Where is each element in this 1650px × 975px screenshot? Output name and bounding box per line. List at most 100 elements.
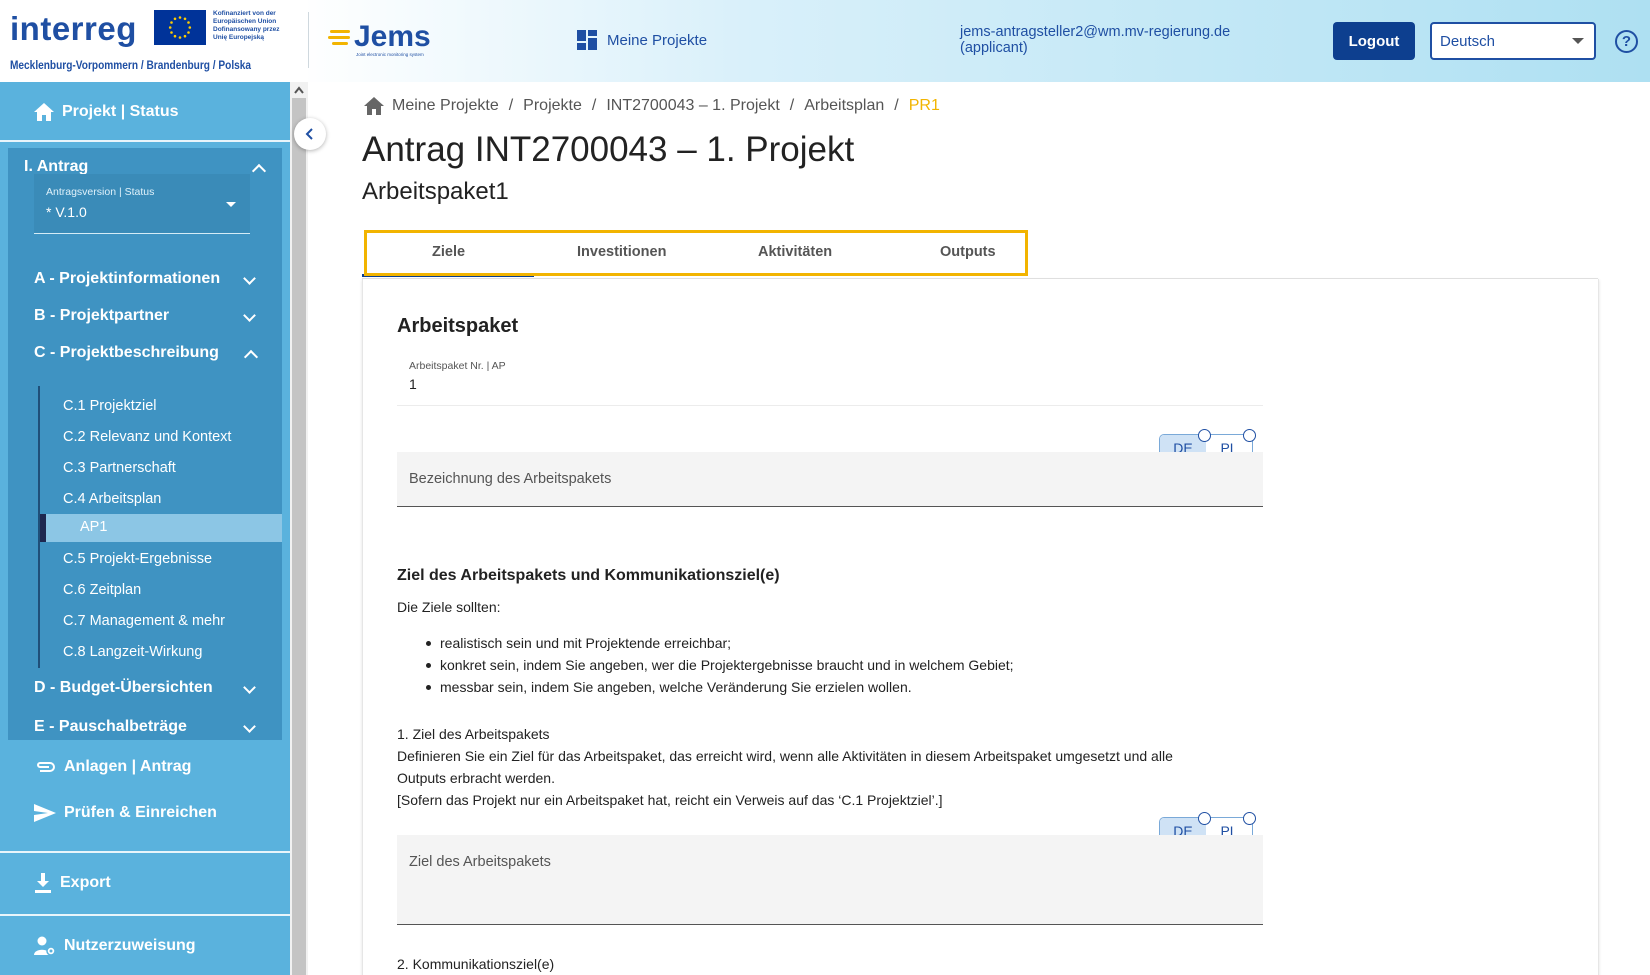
sidebar-item-anlagen[interactable]: Anlagen | Antrag xyxy=(0,742,290,792)
work-package-goal-field[interactable]: Ziel des Arbeitspakets xyxy=(397,835,1263,925)
indicator-dot-icon xyxy=(1243,812,1256,825)
sidebar: Projekt | Status I. Antrag Antragsversio… xyxy=(0,82,290,975)
chevron-up-icon[interactable] xyxy=(251,163,267,179)
ap-number-value: 1 xyxy=(409,376,417,392)
goal-note: [Sofern das Projekt nur ein Arbeitspaket… xyxy=(397,792,943,808)
interreg-wordmark: interreg xyxy=(10,10,137,47)
field-placeholder: Bezeichnung des Arbeitspakets xyxy=(409,471,612,487)
indicator-dot-icon xyxy=(1198,812,1211,825)
indicator-dot-icon xyxy=(1243,429,1256,442)
sidebar-item-label: AP1 xyxy=(80,519,108,535)
page-subtitle: Arbeitspaket1 xyxy=(362,178,509,205)
communication-heading: 2. Kommunikationsziel(e) xyxy=(397,956,555,972)
user-info[interactable]: jems-antragsteller2@wm.mv-regierung.de (… xyxy=(960,24,1230,56)
sidebar-item-pruefen[interactable]: Prüfen & Einreichen xyxy=(0,788,290,838)
send-icon xyxy=(34,804,56,822)
eu-flag-icon xyxy=(154,10,206,45)
sidebar-item-project-status[interactable]: Projekt | Status xyxy=(0,82,290,142)
sidebar-item-c3[interactable]: C.3 Partnerschaft xyxy=(63,460,176,476)
sidebar-item-export[interactable]: Export xyxy=(0,855,290,911)
sidebar-section-b[interactable]: B - Projektpartner xyxy=(34,307,169,325)
list-item: konkret sein, indem Sie angeben, wer die… xyxy=(426,654,1014,676)
breadcrumb-separator: / xyxy=(508,97,514,114)
version-select[interactable]: Antragsversion | Status * V.1.0 xyxy=(34,174,250,234)
interreg-logo: interreg Kofinanziert von der Europäisch… xyxy=(0,0,308,82)
card-title: Arbeitspaket xyxy=(397,315,519,337)
sidebar-item-c8[interactable]: C.8 Langzeit-Wirkung xyxy=(63,644,202,660)
breadcrumb-project[interactable]: INT2700043 – 1. Projekt xyxy=(606,97,779,115)
sidebar-divider xyxy=(0,914,290,916)
chevron-left-icon xyxy=(305,128,313,140)
help-icon[interactable]: ? xyxy=(1615,30,1638,53)
download-icon xyxy=(35,873,51,893)
goal-description: Outputs erbracht werden. xyxy=(397,770,555,786)
app-header: interreg Kofinanziert von der Europäisch… xyxy=(0,0,1650,82)
sidebar-item-c6[interactable]: C.6 Zeitplan xyxy=(63,582,141,598)
ap-number-label: Arbeitspaket Nr. | AP xyxy=(409,360,506,372)
language-select-value: Deutsch xyxy=(1440,32,1496,50)
sidebar-item-c1[interactable]: C.1 Projektziel xyxy=(63,398,156,414)
version-value: * V.1.0 xyxy=(46,204,87,220)
sidebar-section-d[interactable]: D - Budget-Übersichten xyxy=(34,679,213,697)
scroll-up-icon[interactable] xyxy=(294,86,304,94)
sidebar-item-label: Export xyxy=(60,874,111,891)
home-icon xyxy=(34,103,54,121)
sidebar-item-label: Nutzerzuweisung xyxy=(64,937,196,954)
breadcrumb-current: PR1 xyxy=(908,97,940,114)
collapse-sidebar-button[interactable] xyxy=(294,118,326,150)
eu-text-line: Europäischen Union xyxy=(213,18,277,25)
goal-description: Definieren Sie ein Ziel für das Arbeitsp… xyxy=(397,748,1173,764)
sidebar-divider xyxy=(0,140,290,142)
intro-text: Die Ziele sollten: xyxy=(397,599,501,615)
section-title: Ziel des Arbeitspakets und Kommunikation… xyxy=(397,567,780,584)
sidebar-item-label: Anlagen | Antrag xyxy=(64,758,192,775)
sidebar-item-nutzer[interactable]: Nutzerzuweisung xyxy=(0,918,290,974)
breadcrumb-workplan[interactable]: Arbeitsplan xyxy=(804,97,884,115)
jems-tagline: Joint electronic monitoring system xyxy=(356,52,424,57)
eu-text-line: Kofinanziert von der xyxy=(213,10,276,17)
eu-text-line: Dofinansowany przez xyxy=(213,26,280,33)
sidebar-divider xyxy=(0,851,290,853)
header-divider xyxy=(308,12,309,68)
sidebar-scrollbar-thumb[interactable] xyxy=(292,98,306,975)
field-placeholder: Ziel des Arbeitspakets xyxy=(409,854,551,870)
sidebar-section-e[interactable]: E - Pauschalbeträge xyxy=(34,718,187,736)
user-email: jems-antragsteller2@wm.mv-regierung.de xyxy=(960,24,1231,40)
tabs-highlight xyxy=(364,230,1028,276)
sidebar-item-ap1[interactable]: AP1 xyxy=(40,514,282,542)
breadcrumb: Meine Projekte / Projekte / INT2700043 –… xyxy=(364,97,940,115)
page-title: Antrag INT2700043 – 1. Projekt xyxy=(362,130,855,169)
home-icon[interactable] xyxy=(364,97,384,115)
field-underline xyxy=(397,405,1263,406)
breadcrumb-separator: / xyxy=(789,97,795,114)
sidebar-item-c4[interactable]: C.4 Arbeitsplan xyxy=(63,491,161,507)
breadcrumb-separator: / xyxy=(591,97,597,114)
goal-heading: 1. Ziel des Arbeitspakets xyxy=(397,726,550,742)
goal-criteria-list: realistisch sein und mit Projektende err… xyxy=(426,632,1014,698)
sidebar-item-c5[interactable]: C.5 Projekt-Ergebnisse xyxy=(63,551,212,567)
sidebar-item-label: Projekt | Status xyxy=(62,103,179,120)
dashboard-icon xyxy=(577,30,597,50)
breadcrumb-my-projects[interactable]: Meine Projekte xyxy=(392,97,499,115)
language-select[interactable]: Deutsch xyxy=(1430,22,1596,60)
eu-text-line: Unię Europejską xyxy=(213,34,264,41)
list-item: messbar sein, indem Sie angeben, welche … xyxy=(426,676,1014,698)
sidebar-item-c7[interactable]: C.7 Management & mehr xyxy=(63,613,225,629)
jems-wordmark: Jems xyxy=(354,20,431,53)
sidebar-item-c2[interactable]: C.2 Relevanz und Kontext xyxy=(63,429,231,445)
caret-down-icon xyxy=(226,202,236,207)
logout-button[interactable]: Logout xyxy=(1333,22,1415,60)
nav-my-projects-label: Meine Projekte xyxy=(607,31,708,49)
sidebar-item-label: Prüfen & Einreichen xyxy=(64,804,217,821)
region-text: Mecklenburg-Vorpommern / Brandenburg / P… xyxy=(10,60,252,72)
nav-my-projects[interactable]: Meine Projekte xyxy=(577,30,707,50)
active-indicator xyxy=(40,514,46,542)
breadcrumb-projects[interactable]: Projekte xyxy=(523,97,582,115)
sidebar-section-c[interactable]: C - Projektbeschreibung xyxy=(34,344,219,362)
attachment-icon xyxy=(37,762,55,772)
breadcrumb-separator: / xyxy=(894,97,899,114)
eu-cofinancing-text: Kofinanziert von der Europäischen Union … xyxy=(213,10,279,42)
sidebar-section-a[interactable]: A - Projektinformationen xyxy=(34,270,220,288)
work-package-name-field[interactable]: Bezeichnung des Arbeitspakets xyxy=(397,452,1263,507)
indicator-dot-icon xyxy=(1198,429,1211,442)
